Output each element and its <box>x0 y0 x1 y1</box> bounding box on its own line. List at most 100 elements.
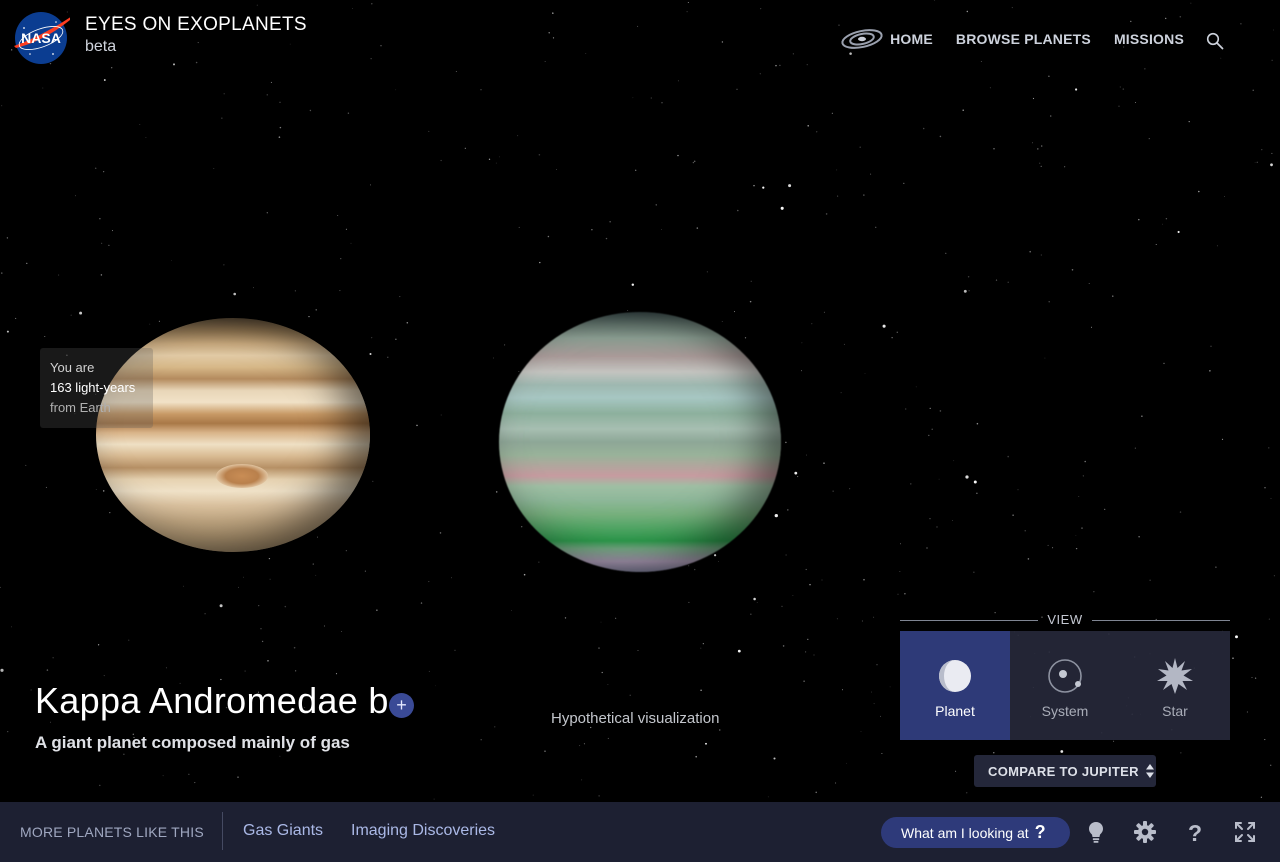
star-dot <box>123 753 125 755</box>
help-icon[interactable]: ? <box>1183 820 1207 844</box>
star-dot <box>870 691 872 693</box>
lightbulb-icon[interactable] <box>1084 820 1108 844</box>
fullscreen-icon[interactable] <box>1233 820 1257 844</box>
star-dot <box>825 213 828 215</box>
view-planet-label: Planet <box>935 703 975 719</box>
star-dot <box>840 392 842 394</box>
star-dot <box>1221 438 1224 441</box>
star-dot <box>258 604 260 607</box>
star-dot <box>1268 447 1270 449</box>
star-dot <box>945 252 947 254</box>
star-dot <box>861 620 863 622</box>
tag-gas-giants[interactable]: Gas Giants <box>243 822 323 840</box>
star-dot <box>335 673 338 675</box>
star-dot <box>713 554 717 557</box>
star-dot <box>705 742 707 745</box>
star-dot <box>1215 566 1217 568</box>
star-dot <box>635 169 637 171</box>
star-dot <box>1254 162 1256 164</box>
star-dot <box>794 471 798 475</box>
star-dot <box>905 408 907 410</box>
view-star-button[interactable]: Star <box>1120 631 1230 740</box>
nav-home[interactable]: HOME <box>890 31 933 47</box>
what-am-i-looking-at-button[interactable]: What am I looking at ? <box>881 817 1070 848</box>
compare-dropdown[interactable]: COMPARE TO JUPITER <box>974 755 1156 787</box>
search-icon[interactable] <box>1206 32 1224 50</box>
star-dot <box>995 279 998 281</box>
star-dot <box>538 153 541 156</box>
star-dot <box>1049 115 1052 117</box>
star-dot <box>1232 657 1234 659</box>
tag-imaging-discoveries[interactable]: Imaging Discoveries <box>351 822 495 840</box>
star-dot <box>843 343 845 345</box>
star-dot <box>317 536 319 538</box>
star-dot <box>464 147 466 149</box>
planet-description: A giant planet composed mainly of gas <box>35 733 350 752</box>
star-dot <box>428 581 430 583</box>
star-dot <box>632 97 634 99</box>
star-dot <box>345 550 347 552</box>
compare-label: COMPARE TO JUPITER <box>988 763 1139 779</box>
gear-icon[interactable] <box>1133 820 1157 844</box>
star-dot <box>188 773 190 775</box>
star-dot <box>609 221 611 223</box>
star-dot <box>1180 752 1182 754</box>
exoplanet-visualization[interactable] <box>499 312 781 572</box>
star-dot <box>315 574 317 576</box>
star-dot <box>694 568 696 571</box>
star-dot <box>805 568 807 571</box>
nasa-logo[interactable]: NASA <box>12 10 70 66</box>
star-dot <box>939 410 942 412</box>
star-dot <box>1256 161 1258 163</box>
star-dot <box>341 631 343 632</box>
star-dot <box>416 424 418 427</box>
view-planet-button[interactable]: Planet <box>900 631 1010 740</box>
star-dot <box>339 290 341 292</box>
star-dot <box>876 664 878 666</box>
star-dot <box>1165 218 1168 220</box>
add-planet-button[interactable]: + <box>389 693 414 718</box>
star-dot <box>46 669 49 671</box>
star-dot <box>993 148 995 150</box>
star-dot <box>821 579 823 581</box>
view-system-button[interactable]: System <box>1010 631 1120 740</box>
star-dot <box>6 237 9 239</box>
star-dot <box>243 576 244 578</box>
star-dot <box>1 105 3 107</box>
star-dot <box>929 518 931 520</box>
star-dot <box>1138 536 1140 538</box>
star-dot <box>1017 489 1019 491</box>
galaxy-icon[interactable] <box>840 26 884 52</box>
star-dot <box>204 612 206 615</box>
star-dot <box>11 626 12 628</box>
star-dot <box>1040 165 1042 167</box>
star-dot <box>1 272 3 274</box>
star-dot <box>1007 455 1009 458</box>
star-dot <box>450 577 453 579</box>
star-dot <box>1039 162 1041 164</box>
star-dot <box>650 97 652 99</box>
nav-browse-planets[interactable]: BROWSE PLANETS <box>956 31 1091 47</box>
star-dot <box>532 794 534 796</box>
star-dot <box>499 156 500 158</box>
star-dot <box>1093 591 1095 593</box>
star-dot <box>1138 218 1140 221</box>
star-dot <box>696 227 699 229</box>
star-dot <box>702 643 704 645</box>
star-dot <box>1029 250 1031 253</box>
star-dot <box>719 729 721 731</box>
star-dot <box>973 480 977 484</box>
nav-missions[interactable]: MISSIONS <box>1114 31 1184 47</box>
star-dot <box>278 136 281 138</box>
star-dot <box>75 195 77 197</box>
star-dot <box>279 101 281 103</box>
star-dot <box>815 791 817 794</box>
star-dot <box>1162 223 1164 225</box>
star-dot <box>1235 635 1238 639</box>
star-dot <box>1024 530 1026 532</box>
star-dot <box>233 292 237 296</box>
star-dot <box>0 586 1 588</box>
star-dot <box>800 370 802 372</box>
star-dot <box>1027 558 1030 560</box>
bottom-bar: MORE PLANETS LIKE THIS Gas Giants Imagin… <box>0 802 1280 862</box>
